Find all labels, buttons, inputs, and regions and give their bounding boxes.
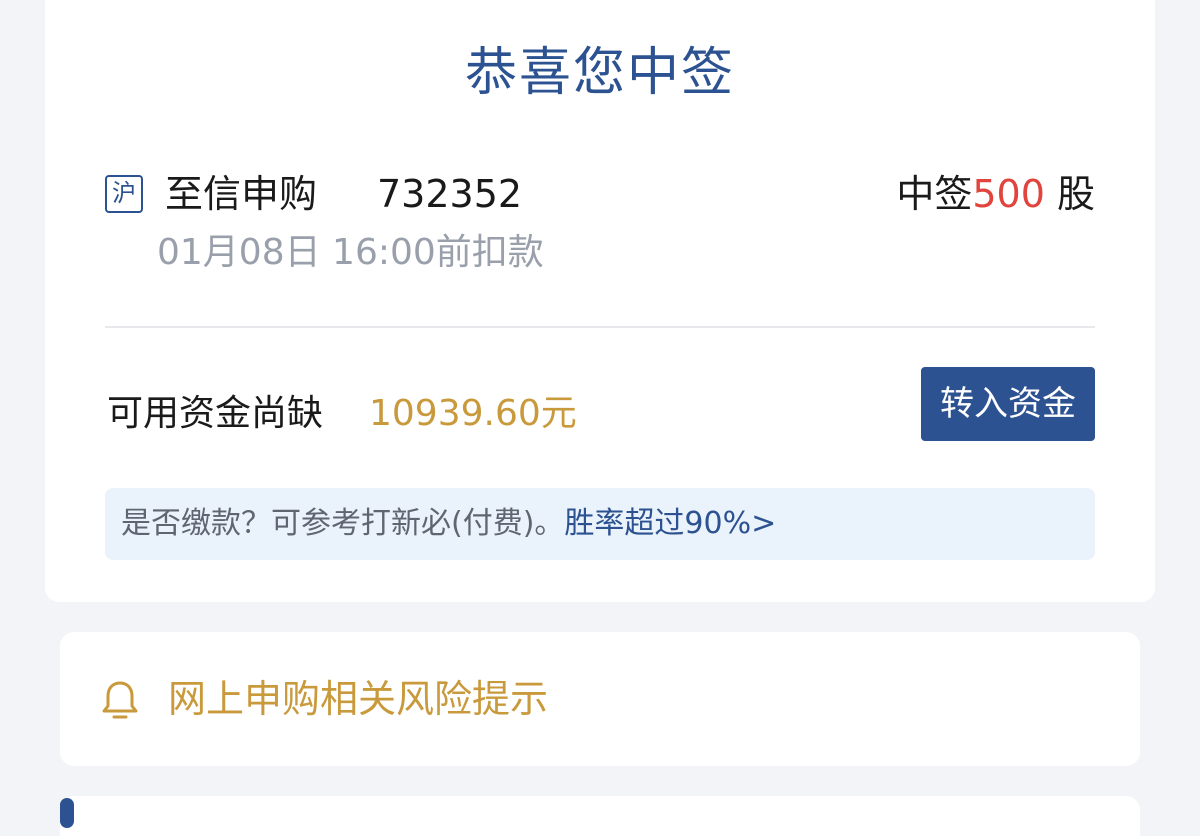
subscription-tip-bar[interactable]: 是否缴款？可参考打新必(付费)。胜率超过90%> — [105, 488, 1095, 560]
shortfall-label: 可用资金尚缺 — [107, 393, 324, 434]
divider — [105, 326, 1095, 328]
page-title: 恭喜您中签 — [464, 43, 735, 103]
bell-icon — [102, 681, 138, 719]
bottom-card — [60, 796, 1140, 836]
risk-notice-label: 网上申购相关风险提示 — [168, 677, 549, 721]
tip-question: 是否缴款？可参考打新必(付费)。 — [121, 506, 565, 541]
shortfall-amount: 10939.60元 — [369, 393, 577, 434]
section-marker — [60, 798, 74, 828]
transfer-funds-button[interactable]: 转入资金 — [921, 367, 1095, 441]
win-rate-link[interactable]: 胜率超过90%> — [564, 506, 776, 541]
payment-deadline: 01月08日 16:00前扣款 — [157, 232, 544, 273]
allotment-info: 中签500 股 — [896, 168, 1095, 220]
allotment-count: 500 — [972, 172, 1045, 216]
stock-name: 至信申购 — [165, 172, 318, 216]
allotment-prefix: 中签 — [896, 172, 973, 216]
risk-notice-card[interactable]: 网上申购相关风险提示 — [60, 632, 1140, 766]
market-badge: 沪 — [105, 175, 143, 213]
allotment-unit: 股 — [1044, 172, 1095, 216]
allotment-card: 恭喜您中签 沪 至信申购 732352 中签500 股 01月08日 16:00… — [45, 0, 1155, 602]
stock-code: 732352 — [377, 172, 523, 216]
